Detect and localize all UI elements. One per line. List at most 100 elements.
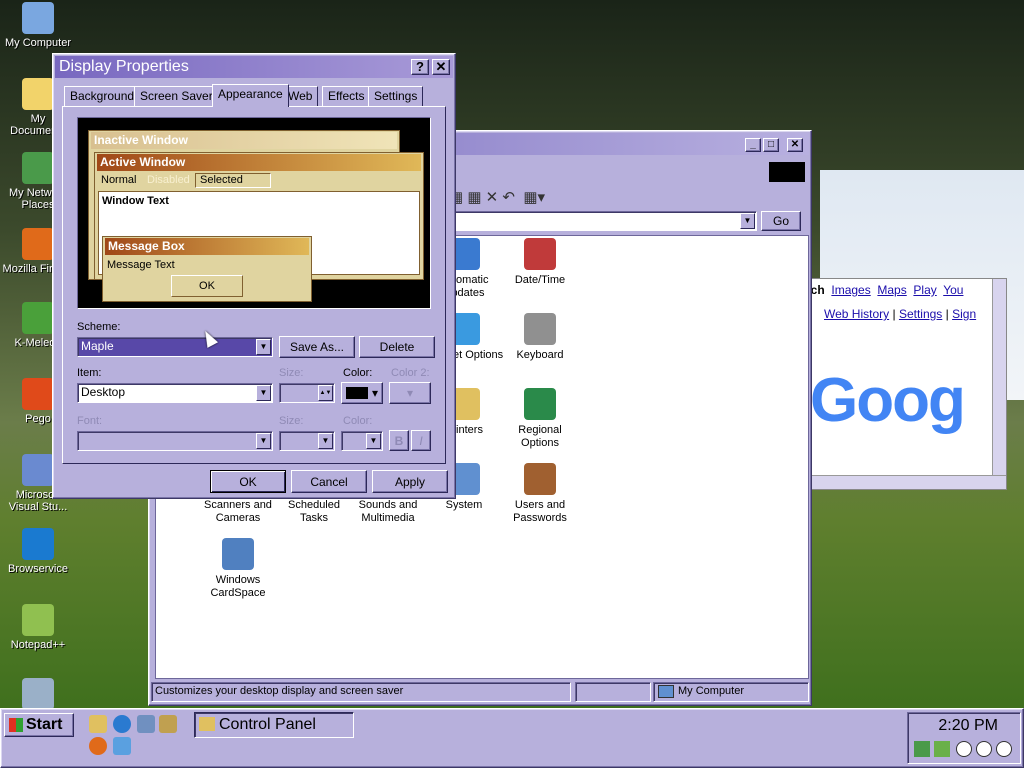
size-label: Size:	[279, 367, 304, 379]
address-bar[interactable]: ▼	[449, 211, 757, 231]
font-size-select[interactable]: ▼	[279, 431, 335, 451]
start-label: Start	[26, 716, 63, 733]
start-button[interactable]: Start	[4, 713, 74, 737]
delete-button[interactable]: Delete	[359, 336, 435, 358]
message-text: Message Text	[107, 259, 175, 271]
preview-message-box: Message Box Message Text OK	[102, 236, 312, 302]
tab-settings[interactable]: Settings	[368, 86, 424, 106]
cp-item-label: Users and Passwords	[513, 499, 567, 524]
cp-icon-users-and-passwords[interactable]: Users and Passwords	[500, 463, 580, 525]
info-tray-icon[interactable]	[976, 741, 992, 757]
windows-flag-icon	[9, 718, 23, 732]
toolbar-icons[interactable]: ▦ ▦ ✕ ↶ ▦▾	[449, 188, 545, 206]
windows-logo-icon	[769, 162, 805, 182]
close-icon: ✕	[435, 59, 447, 74]
quicklaunch-app-icon[interactable]	[113, 737, 131, 755]
message-box-ok: OK	[171, 275, 243, 297]
status-pane-middle	[575, 682, 651, 702]
color-picker[interactable]: ▾	[341, 382, 383, 404]
desktop-icon-notepad-plus-plus[interactable]: Notepad++	[2, 604, 74, 651]
tab-appearance[interactable]: Appearance	[212, 84, 289, 107]
cp-icon-regional-options[interactable]: Regional Options	[500, 388, 580, 450]
tray-icon[interactable]	[934, 741, 950, 757]
dialog-titlebar[interactable]: Display Properties	[55, 56, 453, 78]
item-label: Item:	[77, 367, 102, 379]
color2-label: Color 2:	[391, 367, 430, 379]
desktop-icon-my-computer[interactable]: My Computer	[2, 2, 74, 49]
apply-button[interactable]: Apply	[372, 470, 448, 493]
bold-button[interactable]: B	[389, 430, 409, 451]
tab-background[interactable]: Background	[64, 86, 141, 106]
search-icon[interactable]	[159, 715, 177, 733]
k-meleon-icon	[22, 302, 54, 334]
browser-hscrollbar[interactable]	[806, 475, 1006, 489]
my-computer-icon	[22, 2, 54, 34]
browser-scrollbar[interactable]	[992, 279, 1006, 477]
italic-button[interactable]: I	[411, 430, 431, 451]
maximize-button[interactable]: □	[763, 138, 779, 152]
status-zone-label: My Computer	[678, 685, 745, 697]
outlook-express-icon[interactable]	[137, 715, 155, 733]
web-history-link[interactable]: Web History	[824, 307, 889, 321]
settings-link[interactable]: Settings	[899, 307, 942, 321]
taskbar-control-panel[interactable]: Control Panel	[194, 712, 354, 738]
font-color-label: Color:	[343, 415, 373, 427]
desktop-icon-label: My Computer	[4, 37, 72, 49]
info-tray-icon[interactable]	[996, 741, 1012, 757]
browser-link-youtube[interactable]: You	[943, 283, 963, 297]
cp-item-label: Keyboard	[516, 349, 564, 361]
dialog-close-button[interactable]: ✕	[432, 59, 450, 75]
sign-in-link[interactable]: Sign	[952, 307, 976, 321]
color-swatch	[345, 387, 368, 399]
menu-disabled: Disabled	[147, 174, 190, 186]
network-tray-icon[interactable]	[914, 741, 930, 757]
my-computer-status-icon	[658, 685, 674, 698]
taskbar: Start Control Panel 2:20 PM	[0, 708, 1024, 768]
cp-item-icon	[524, 388, 556, 420]
browser-top-links: rch Images Maps Play You	[806, 283, 963, 297]
ok-button[interactable]: OK	[210, 470, 286, 493]
appearance-panel: Inactive Window Active Window Normal Dis…	[62, 106, 446, 464]
chevron-down-icon: ▼	[256, 385, 271, 401]
info-tray-icon[interactable]	[956, 741, 972, 757]
cancel-button[interactable]: Cancel	[291, 470, 367, 493]
desktop-icon-label: Notepad++	[10, 639, 66, 651]
italic-label: I	[419, 433, 423, 448]
status-text: Customizes your desktop display and scre…	[151, 682, 571, 702]
internet-explorer-icon[interactable]	[113, 715, 131, 733]
browser-link-images[interactable]: Images	[831, 283, 870, 297]
font-color-select[interactable]: ▼	[341, 431, 383, 451]
cp-icon-keyboard[interactable]: Keyboard	[500, 313, 580, 362]
scheme-select[interactable]: Maple ▼	[77, 337, 273, 357]
go-button[interactable]: Go	[761, 211, 801, 231]
browser-link-maps[interactable]: Maps	[877, 283, 906, 297]
font-select[interactable]: ▼	[77, 431, 273, 451]
desktop-icon-label: Browservice	[8, 563, 68, 575]
tab-screen-saver[interactable]: Screen Saver	[134, 86, 219, 106]
item-select[interactable]: Desktop ▼	[77, 383, 273, 403]
scheme-value: Maple	[81, 339, 114, 353]
mozilla-firefox-icon	[22, 228, 54, 260]
cp-icon-date-time[interactable]: Date/Time	[500, 238, 580, 287]
color2-picker[interactable]: ▾	[389, 382, 431, 404]
size-spinner[interactable]: ▲▼	[279, 383, 335, 403]
save-as-button[interactable]: Save As...	[279, 336, 355, 358]
browser-link-play[interactable]: Play	[913, 283, 936, 297]
browservice-icon	[22, 528, 54, 560]
firefox-icon[interactable]	[89, 737, 107, 755]
desktop-icon-browservice[interactable]: Browservice	[2, 528, 74, 575]
color-label: Color:	[343, 367, 373, 379]
message-box-title: Message Box	[105, 238, 309, 255]
cp-icon-windows-cardspace[interactable]: Windows CardSpace	[198, 538, 278, 600]
control-panel-icon	[199, 717, 215, 731]
help-button[interactable]: ?	[411, 59, 429, 75]
font-label: Font:	[77, 415, 103, 427]
minimize-button[interactable]: _	[745, 138, 761, 152]
cp-item-label: Scanners and Cameras	[204, 499, 272, 524]
close-button[interactable]: ✕	[787, 138, 803, 152]
tab-effects[interactable]: Effects	[322, 86, 371, 106]
cp-item-label: Regional Options	[518, 424, 562, 449]
clock[interactable]: 2:20 PM	[908, 717, 1020, 735]
system-tray: 2:20 PM	[907, 712, 1021, 764]
show-desktop-icon[interactable]	[89, 715, 107, 733]
